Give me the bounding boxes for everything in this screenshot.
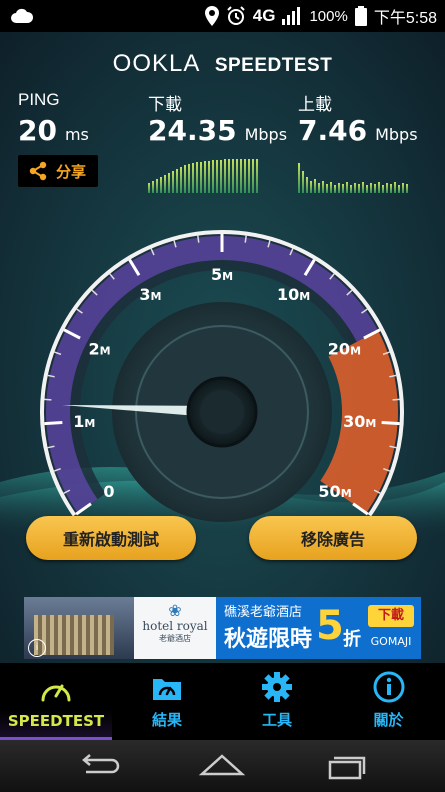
tab-speedtest[interactable]: SPEEDTEST [0, 663, 112, 740]
tab-about-label: 關於 [373, 711, 404, 729]
brand-header: OOKLA SPEEDTEST [0, 50, 445, 78]
remove-ads-button[interactable]: 移除廣告 [249, 516, 417, 560]
ad-logo-text: hotel royal [142, 619, 208, 633]
gauge-tick-label: 1M [73, 412, 95, 431]
upload-unit: Mbps [375, 125, 418, 144]
speedtest-screen: OOKLA SPEEDTEST PING 20 ms 分享 下載 24.35 Mbp… [0, 32, 445, 663]
speed-gauge: 01M2M3M5M10M20M30M50M [0, 230, 445, 542]
download-number: 24.35 [148, 114, 237, 147]
speedtest-title: SPEEDTEST [214, 55, 333, 76]
ad-headline: 秋遊限時 [224, 627, 313, 652]
ad-hotel-photo: i [24, 597, 134, 659]
gauge-tick-label: 3M [139, 285, 161, 304]
cloud-icon [11, 8, 34, 23]
ad-logo: ❀ hotel royal 老爺酒店 [134, 597, 216, 659]
tab-about[interactable]: 關於 [332, 663, 445, 740]
ad-logo-sub: 老爺酒店 [159, 634, 191, 643]
share-icon [29, 161, 47, 181]
location-icon [204, 6, 219, 26]
recents-icon[interactable] [326, 752, 368, 780]
tab-results[interactable]: 結果 [112, 663, 222, 740]
battery-percent: 100% [309, 7, 348, 25]
upload-number: 7.46 [298, 114, 368, 147]
clock: 下午5:58 [373, 10, 437, 27]
download-value: 24.35 Mbps [148, 114, 287, 147]
ad-copy: 礁溪老爺酒店 秋遊限時 5 折 下載 GOMAJI [216, 597, 421, 659]
ad-discount-number: 5 [316, 603, 344, 649]
ad-cta[interactable]: 下載 [368, 605, 414, 627]
upload-label: 上載 [298, 95, 332, 114]
gauge-minor-tick [244, 235, 247, 243]
ad-partner: GOMAJI [370, 635, 412, 648]
gauge-hub-center [200, 390, 244, 434]
ping-label: PING [18, 90, 60, 109]
ad-discount-unit: 折 [343, 629, 361, 650]
upload-value: 7.46 Mbps [298, 114, 418, 147]
lotus-icon: ❀ [168, 601, 182, 620]
ookla-logo: OOKLA [112, 50, 201, 77]
download-label: 下載 [148, 95, 182, 114]
gauge-tick-label: 2M [89, 339, 111, 358]
gauge-tick-label: 0 [103, 482, 114, 501]
home-icon[interactable] [198, 752, 246, 778]
ping-unit: ms [64, 125, 89, 144]
network-type: 4G [252, 6, 276, 25]
alarm-icon [227, 6, 245, 25]
restart-test-button[interactable]: 重新啟動測試 [26, 516, 196, 560]
battery-icon [354, 6, 367, 26]
ad-banner[interactable]: i ❀ hotel royal 老爺酒店 礁溪老爺酒店 秋遊限時 5 折 下載 … [24, 597, 421, 659]
signal-icon [282, 7, 301, 25]
share-label: 分享 [56, 162, 87, 181]
gauge-major-tick [381, 420, 400, 426]
gear-icon [262, 672, 292, 702]
gauge-minor-tick [197, 235, 200, 243]
status-right: 4G 100% 下午5:58 [204, 0, 437, 32]
tab-speedtest-label: SPEEDTEST [7, 712, 105, 730]
tab-tools[interactable]: 工具 [222, 663, 332, 740]
status-bar: 4G 100% 下午5:58 [0, 0, 445, 32]
system-nav-bar [0, 740, 445, 792]
download-unit: Mbps [244, 125, 288, 144]
tab-results-label: 結果 [151, 711, 182, 729]
info-icon [373, 671, 404, 703]
ad-headline-top: 礁溪老爺酒店 [224, 605, 303, 620]
gauge-icon [41, 684, 71, 702]
tab-tools-label: 工具 [261, 711, 292, 729]
bottom-nav: SPEEDTEST 結果 工具 關於 [0, 663, 445, 740]
results-icon [153, 679, 181, 700]
gauge-major-tick [44, 420, 63, 426]
ping-number: 20 [18, 114, 57, 147]
back-icon[interactable] [76, 754, 120, 778]
ping-value: 20 ms [18, 114, 89, 147]
